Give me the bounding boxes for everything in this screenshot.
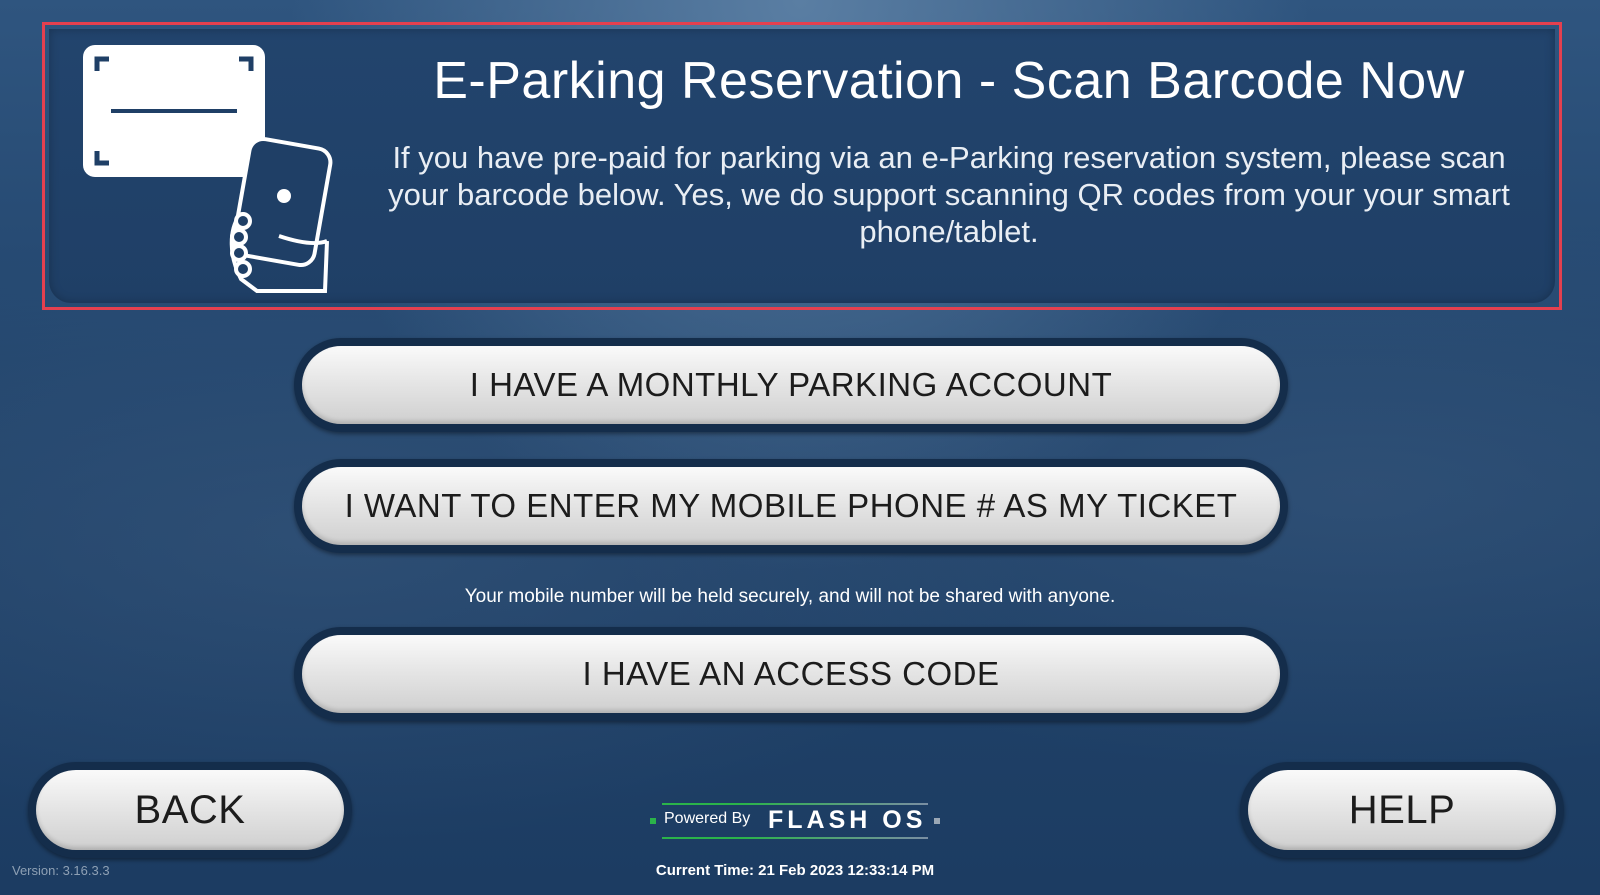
back-button[interactable]: BACK [36,770,344,850]
mobile-phone-ticket-button-frame: I WANT TO ENTER MY MOBILE PHONE # AS MY … [294,459,1288,553]
banner-description: If you have pre-paid for parking via an … [388,140,1510,249]
logo-line-top [662,803,928,805]
powered-by-logo: Powered By FLASH OS [650,803,940,839]
mobile-phone-ticket-button[interactable]: I WANT TO ENTER MY MOBILE PHONE # AS MY … [302,467,1280,545]
banner-panel: E-Parking Reservation - Scan Barcode Now… [49,29,1555,303]
help-button[interactable]: HELP [1248,770,1556,850]
logo-dot-left [650,818,656,824]
version-label: Version: 3.16.3.3 [12,863,110,878]
help-button-frame: HELP [1240,762,1564,858]
banner-title: E-Parking Reservation - Scan Barcode Now [433,52,1465,110]
access-code-button[interactable]: I HAVE AN ACCESS CODE [302,635,1280,713]
access-code-button-frame: I HAVE AN ACCESS CODE [294,627,1288,721]
back-button-frame: BACK [28,762,352,858]
powered-by-text: Powered By [664,810,751,827]
monthly-account-button[interactable]: I HAVE A MONTHLY PARKING ACCOUNT [302,346,1280,424]
mobile-privacy-note: Your mobile number will be held securely… [464,586,1116,607]
current-time: Current Time: 21 Feb 2023 12:33:14 PM [655,862,935,879]
flash-os-brand: FLASH OS [768,806,927,834]
logo-dot-right [934,818,940,824]
phone-scanning-barcode-icon [83,45,333,293]
monthly-account-button-frame: I HAVE A MONTHLY PARKING ACCOUNT [294,338,1288,432]
logo-line-bottom [662,837,928,839]
scan-barcode-banner: E-Parking Reservation - Scan Barcode Now… [42,22,1562,310]
